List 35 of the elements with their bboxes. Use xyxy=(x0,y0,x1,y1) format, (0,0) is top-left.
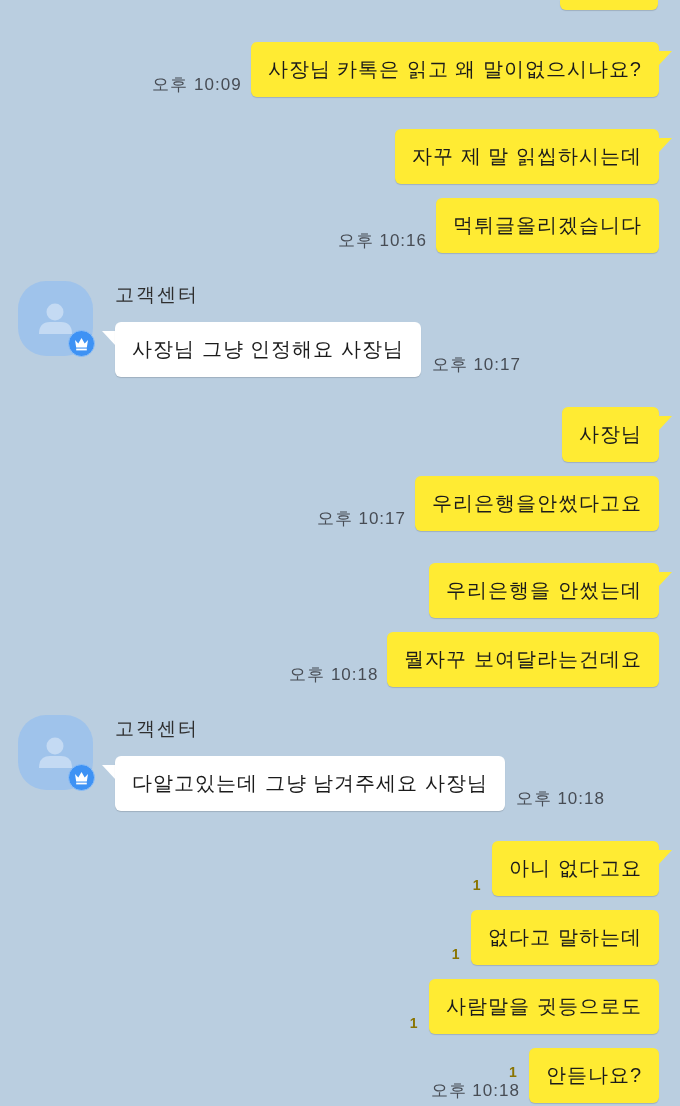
timestamp: 오후 10:17 xyxy=(316,509,406,529)
timestamp: 오후 10:18 xyxy=(289,665,379,685)
message-bubble: 없다고 말하는데 xyxy=(471,910,659,965)
timestamp: 오후 10:09 xyxy=(152,75,242,95)
sender-name: 고객센터 xyxy=(115,284,199,306)
message-bubble: 먹튀글올리겠습니다 xyxy=(436,198,659,253)
unread-count: 1 xyxy=(472,877,482,894)
message-bubble: 사장님 그냥 인정해요 사장님 xyxy=(115,322,421,377)
message-bubble: 뭘자꾸 보여달라는건데요 xyxy=(387,632,659,687)
person-avatar-icon xyxy=(18,715,93,790)
bubble-tail-icon xyxy=(658,51,672,66)
unread-count: 1 xyxy=(451,946,461,963)
timestamp: 오후 10:16 xyxy=(337,231,427,251)
message-bubble: 아니 없다고요 xyxy=(492,841,659,896)
bubble-tail-icon xyxy=(658,138,672,153)
bubble-tail-icon xyxy=(658,572,672,587)
unread-count: 1 xyxy=(409,1015,419,1032)
message-bubble: 사람말을 귓등으로도 xyxy=(429,979,659,1034)
timestamp: 오후 10:18 xyxy=(430,1081,520,1101)
timestamp: 오후 10:17 xyxy=(431,355,521,375)
message-bubble: 우리은행을 안썼는데 xyxy=(429,563,659,618)
message-bubble: 사장님 카톡은 읽고 왜 말이없으시나요? xyxy=(250,42,659,97)
message-bubble: 사장님 xyxy=(562,407,659,462)
bubble-tail-icon xyxy=(658,850,672,865)
message-bubble: 자꾸 제 말 읽씹하시는데 xyxy=(395,129,659,184)
person-avatar-icon xyxy=(18,281,93,356)
crown-badge-icon xyxy=(68,764,95,791)
crown-badge-icon xyxy=(68,330,95,357)
sender-name: 고객센터 xyxy=(115,718,199,740)
message-bubble: 다알고있는데 그냥 남겨주세요 사장님 xyxy=(115,756,505,811)
bubble-tail-icon xyxy=(658,416,672,431)
timestamp: 오후 10:18 xyxy=(515,789,605,809)
message-bubble: 안듣나요? xyxy=(528,1048,659,1103)
message-bubble: 우리은행을안썼다고요 xyxy=(415,476,659,531)
unread-count: 1 xyxy=(509,1064,518,1081)
